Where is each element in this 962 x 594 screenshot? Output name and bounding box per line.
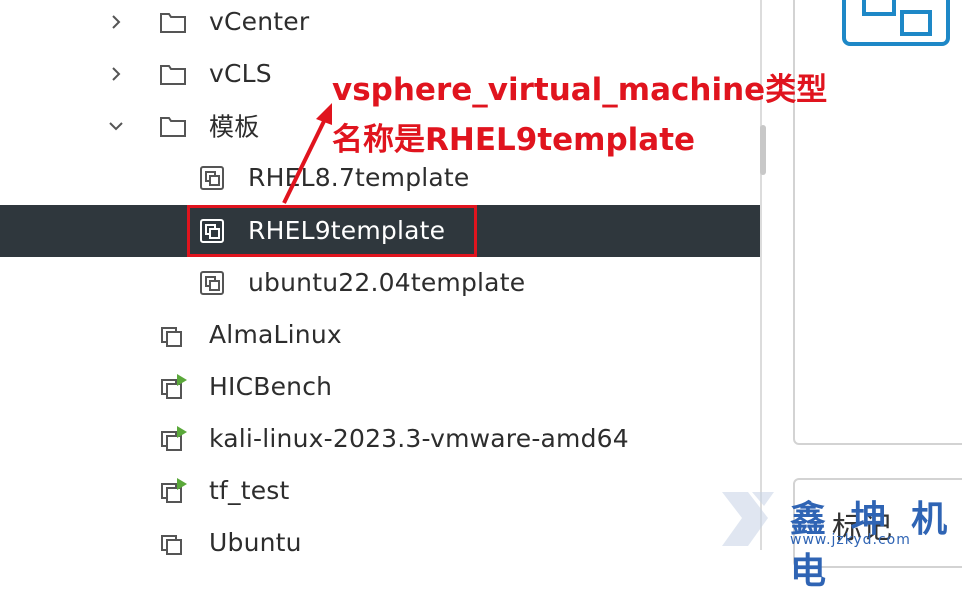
tree-item-vm[interactable]: HICBench bbox=[0, 361, 760, 413]
chevron-right-icon[interactable] bbox=[106, 12, 126, 32]
vm-powered-on-icon bbox=[161, 478, 187, 503]
tree-item-label: Ubuntu bbox=[209, 527, 302, 557]
folder-icon bbox=[160, 65, 186, 85]
chevron-down-icon[interactable] bbox=[106, 116, 126, 136]
tree-item-label: 模板 bbox=[209, 112, 260, 142]
tree-item-vm[interactable]: kali-linux-2023.3-vmware-amd64 bbox=[0, 413, 760, 465]
tree-item-template[interactable]: RHEL8.7template bbox=[0, 152, 760, 204]
annotation-text-line1: vsphere_virtual_machine类型 bbox=[332, 72, 828, 108]
vm-template-icon bbox=[200, 219, 224, 243]
tree-item-vm[interactable]: Ubuntu bbox=[0, 517, 760, 569]
tree-item-label: vCLS bbox=[209, 58, 272, 88]
tree-scrollbar[interactable] bbox=[760, 125, 766, 175]
tree-item-vcenter[interactable]: vCenter bbox=[0, 0, 760, 48]
tree-item-label: kali-linux-2023.3-vmware-amd64 bbox=[209, 423, 629, 453]
vm-template-icon bbox=[200, 271, 224, 295]
watermark-url: www.jzkyd.com bbox=[790, 532, 911, 548]
vm-template-icon bbox=[200, 166, 224, 190]
vm-powered-on-icon bbox=[161, 374, 187, 399]
chevron-right-icon[interactable] bbox=[106, 64, 126, 84]
vm-powered-on-icon bbox=[161, 426, 187, 451]
tree-item-label: RHEL9template bbox=[248, 215, 446, 245]
tree-item-template[interactable]: ubuntu22.04template bbox=[0, 257, 760, 309]
tree-item-template-selected[interactable]: RHEL9template bbox=[0, 205, 760, 257]
tree-item-label: vCenter bbox=[209, 6, 310, 36]
vm-icon bbox=[161, 327, 182, 347]
vm-icon bbox=[161, 535, 182, 555]
tree-item-label: ubuntu22.04template bbox=[248, 267, 526, 297]
tree-item-vm[interactable]: tf_test bbox=[0, 465, 760, 517]
vm-template-large-icon bbox=[842, 0, 950, 46]
tree-item-vm[interactable]: AlmaLinux bbox=[0, 309, 760, 361]
tree-item-label: AlmaLinux bbox=[209, 319, 342, 349]
tree-item-label: HICBench bbox=[209, 371, 333, 401]
annotation-text-line2: 名称是RHEL9template bbox=[332, 122, 696, 158]
annotation-arrow bbox=[282, 103, 332, 204]
folder-icon bbox=[160, 13, 186, 33]
folder-icon bbox=[160, 117, 186, 137]
tree-item-label: tf_test bbox=[209, 475, 290, 505]
